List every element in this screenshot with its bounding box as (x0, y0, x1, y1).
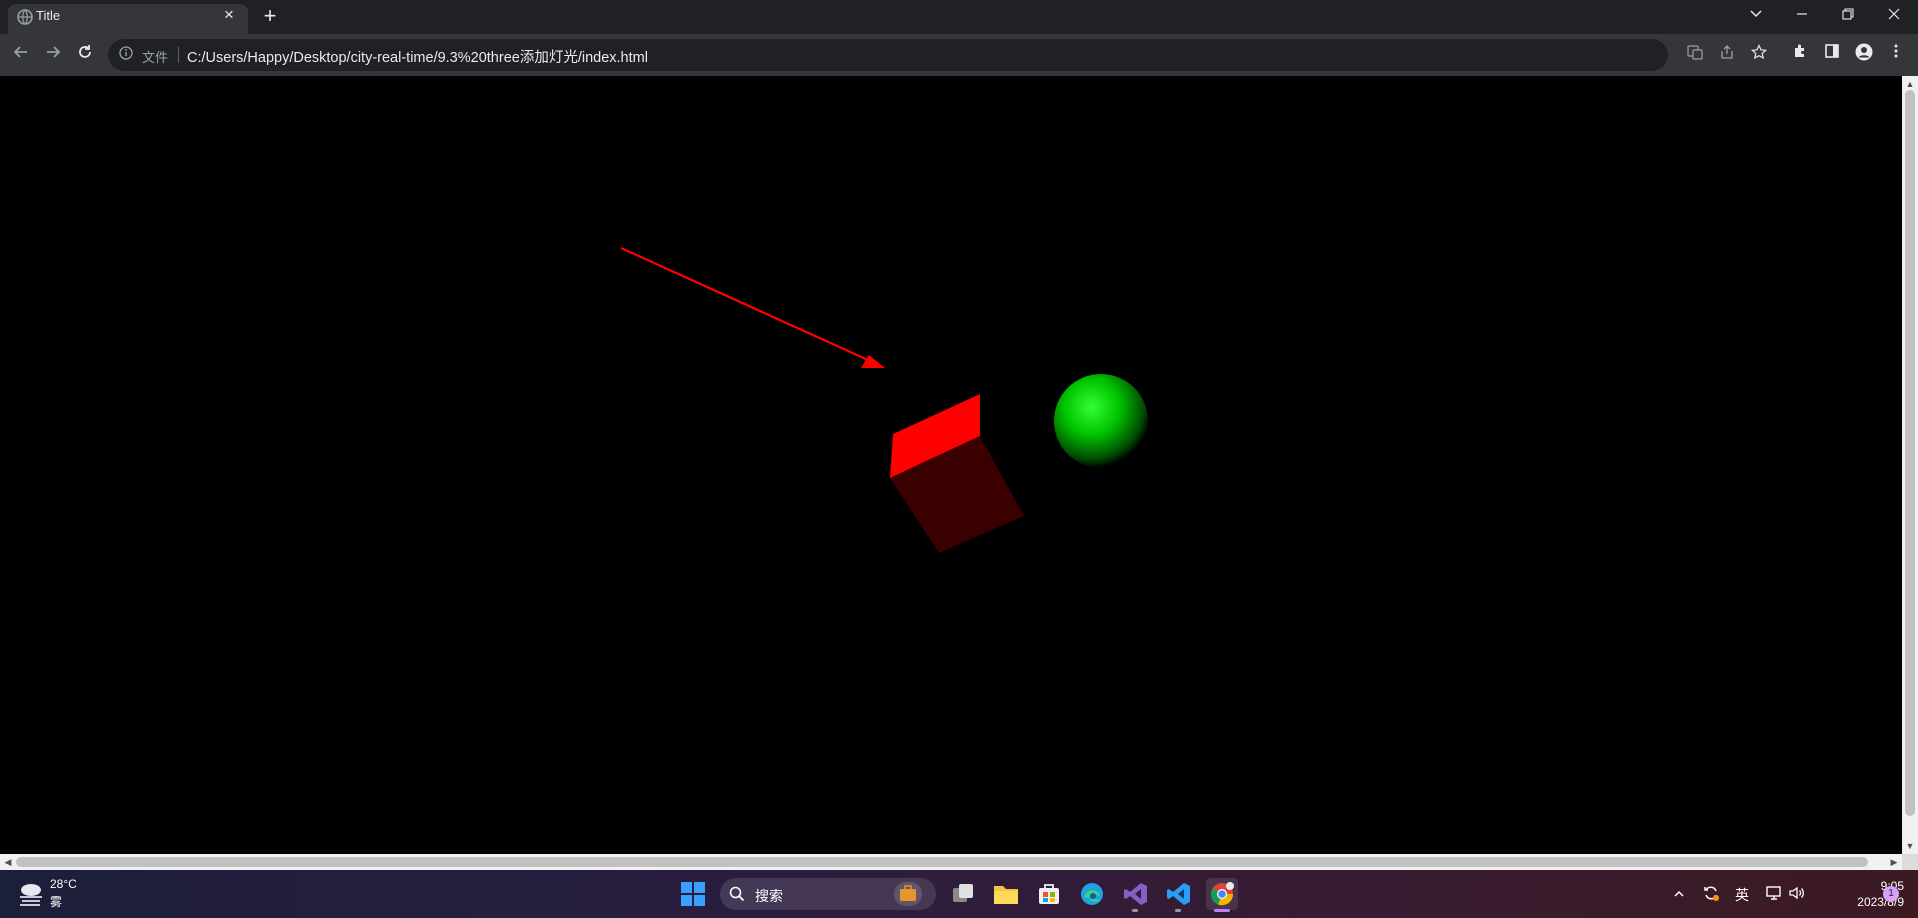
red-cube (890, 394, 1024, 553)
close-window-button[interactable] (1872, 2, 1916, 28)
three-scene (620, 246, 1148, 553)
globe-icon (17, 9, 33, 25)
volume-icon[interactable] (1786, 884, 1808, 906)
vscode-icon[interactable] (1163, 878, 1195, 910)
direction-light-arrow (620, 246, 885, 368)
menu-kebab-icon[interactable] (1884, 43, 1908, 67)
forward-button[interactable] (41, 42, 65, 66)
address-separator (178, 47, 179, 63)
reload-button[interactable] (73, 42, 97, 66)
active-app-indicator (1214, 909, 1230, 912)
weather-description[interactable]: 雾 (50, 893, 62, 910)
tab-search-chevron-icon[interactable] (1734, 2, 1778, 28)
tab-close-icon[interactable]: × (218, 4, 240, 26)
search-icon (729, 886, 745, 902)
tab-title: Title (36, 8, 61, 23)
search-highlight-briefcase-icon[interactable] (894, 882, 922, 906)
share-icon[interactable] (1716, 44, 1738, 66)
weather-fog-icon[interactable] (16, 878, 46, 908)
new-tab-button[interactable]: + (258, 5, 282, 29)
task-view-icon[interactable] (947, 878, 979, 910)
scroll-corner (1902, 854, 1918, 870)
file-explorer-icon[interactable] (990, 878, 1022, 910)
translate-icon[interactable] (1684, 44, 1706, 66)
input-language-indicator[interactable]: 英 (1731, 884, 1753, 906)
webgl-canvas[interactable] (0, 76, 1902, 854)
vertical-scroll-thumb[interactable] (1905, 90, 1915, 816)
scroll-left-arrow-icon[interactable]: ◀ (0, 854, 16, 870)
horizontal-scroll-thumb[interactable] (16, 857, 1868, 867)
windows-start-icon[interactable] (677, 878, 709, 910)
scroll-right-arrow-icon[interactable]: ▶ (1886, 854, 1902, 870)
profile-avatar-icon[interactable] (1852, 43, 1876, 67)
bookmark-star-icon[interactable] (1748, 44, 1770, 66)
minimize-button[interactable] (1780, 2, 1824, 28)
back-button[interactable] (9, 42, 33, 66)
file-label: 文件 (142, 50, 169, 65)
tray-overflow-chevron-icon[interactable] (1668, 884, 1690, 906)
sync-update-icon[interactable] (1700, 884, 1722, 906)
notification-badge[interactable]: 1 (1883, 886, 1899, 902)
visual-studio-icon[interactable] (1120, 878, 1152, 910)
network-icon[interactable] (1763, 884, 1785, 906)
scroll-down-arrow-icon[interactable]: ▼ (1902, 838, 1918, 854)
info-icon[interactable] (115, 44, 137, 66)
running-indicator (1132, 909, 1138, 912)
extensions-icon[interactable] (1788, 43, 1812, 67)
running-indicator (1175, 909, 1181, 912)
restore-button[interactable] (1826, 2, 1870, 28)
microsoft-store-icon[interactable] (1033, 878, 1065, 910)
weather-temperature[interactable]: 28°C (50, 877, 77, 891)
chrome-icon[interactable] (1206, 878, 1238, 910)
scroll-up-arrow-icon[interactable]: ▲ (1902, 76, 1918, 92)
green-sphere (1054, 374, 1148, 468)
url-text[interactable]: C:/Users/Happy/Desktop/city-real-time/9.… (187, 46, 648, 67)
tab-strip (0, 0, 1918, 34)
side-panel-icon[interactable] (1820, 43, 1844, 67)
search-label: 搜索 (755, 888, 783, 904)
edge-browser-icon[interactable] (1076, 878, 1108, 910)
